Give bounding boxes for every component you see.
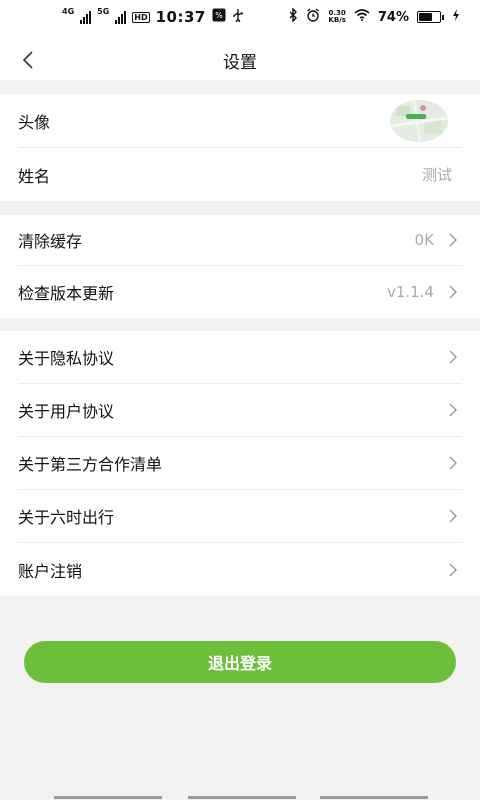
wifi-icon <box>354 9 370 25</box>
signal-icon <box>80 10 92 24</box>
page-title: 设置 <box>223 53 257 73</box>
clear-cache-label: 清除缓存 <box>18 232 83 251</box>
profile-section: 头像 姓名 测试 <box>0 94 480 201</box>
chevron-right-icon <box>449 285 457 299</box>
chevron-right-icon <box>449 350 457 364</box>
status-right: 0.30 KB/s 74% <box>288 7 460 26</box>
about-app-row[interactable]: 关于六时出行 <box>18 490 462 543</box>
check-update-label: 检查版本更新 <box>18 284 115 303</box>
speed-unit: KB/s <box>328 16 346 24</box>
network-speed: 0.30 KB/s <box>328 10 345 24</box>
user-agreement-label: 关于用户协议 <box>18 402 115 421</box>
network-type-1: 4G <box>62 7 75 16</box>
user-agreement-row[interactable]: 关于用户协议 <box>18 384 462 437</box>
alarm-icon <box>306 8 320 26</box>
chevron-right-icon <box>449 563 457 576</box>
home-indicator <box>320 796 428 799</box>
third-party-list-label: 关于第三方合作清单 <box>18 455 163 474</box>
signal-icon-2 <box>115 10 127 24</box>
clear-cache-row[interactable]: 清除缓存 0K <box>18 215 462 266</box>
cache-size: 0K <box>414 231 434 249</box>
about-app-label: 关于六时出行 <box>18 508 115 527</box>
svg-text:%: % <box>215 11 223 20</box>
chevron-right-icon <box>449 509 457 523</box>
delete-account-label: 账户注销 <box>18 561 83 581</box>
third-party-list-row[interactable]: 关于第三方合作清单 <box>18 437 462 490</box>
status-left: 4G 5G HD 10:37 % <box>62 8 244 26</box>
logout-button[interactable]: 退出登录 <box>24 641 456 683</box>
about-section: 关于隐私协议 关于用户协议 关于第三方合作清单 关于六时出行 账户注销 <box>0 331 480 596</box>
name-label: 姓名 <box>18 166 51 186</box>
check-update-row[interactable]: 检查版本更新 v1.1.4 <box>18 266 462 318</box>
charging-icon <box>452 9 460 25</box>
battery-icon <box>417 11 444 23</box>
bluetooth-icon <box>288 7 298 26</box>
network-type-2: 5G <box>97 7 110 16</box>
avatar[interactable] <box>390 100 448 142</box>
nav-bar: 设置 <box>0 40 480 80</box>
name-value: 测试 <box>421 166 452 184</box>
chevron-right-icon <box>449 233 457 247</box>
home-indicator <box>188 796 296 799</box>
notification-app-icon: % <box>212 8 226 26</box>
privacy-policy-row[interactable]: 关于隐私协议 <box>18 331 462 384</box>
version-value: v1.1.4 <box>386 283 434 301</box>
home-indicator <box>54 796 162 799</box>
privacy-policy-label: 关于隐私协议 <box>18 349 115 368</box>
avatar-label: 头像 <box>18 112 51 132</box>
battery-percent: 74% <box>377 9 409 25</box>
clock: 10:37 <box>155 8 206 26</box>
avatar-row[interactable]: 头像 <box>18 94 462 148</box>
name-row[interactable]: 姓名 测试 <box>18 148 462 201</box>
chevron-right-icon <box>449 403 457 417</box>
hd-badge: HD <box>132 11 150 23</box>
delete-account-row[interactable]: 账户注销 <box>18 543 462 596</box>
status-bar: 4G 5G HD 10:37 % 0.30 KB/s 74% <box>0 0 480 40</box>
system-section: 清除缓存 0K 检查版本更新 v1.1.4 <box>0 215 480 318</box>
usb-icon <box>232 8 244 26</box>
chevron-right-icon <box>449 456 457 470</box>
